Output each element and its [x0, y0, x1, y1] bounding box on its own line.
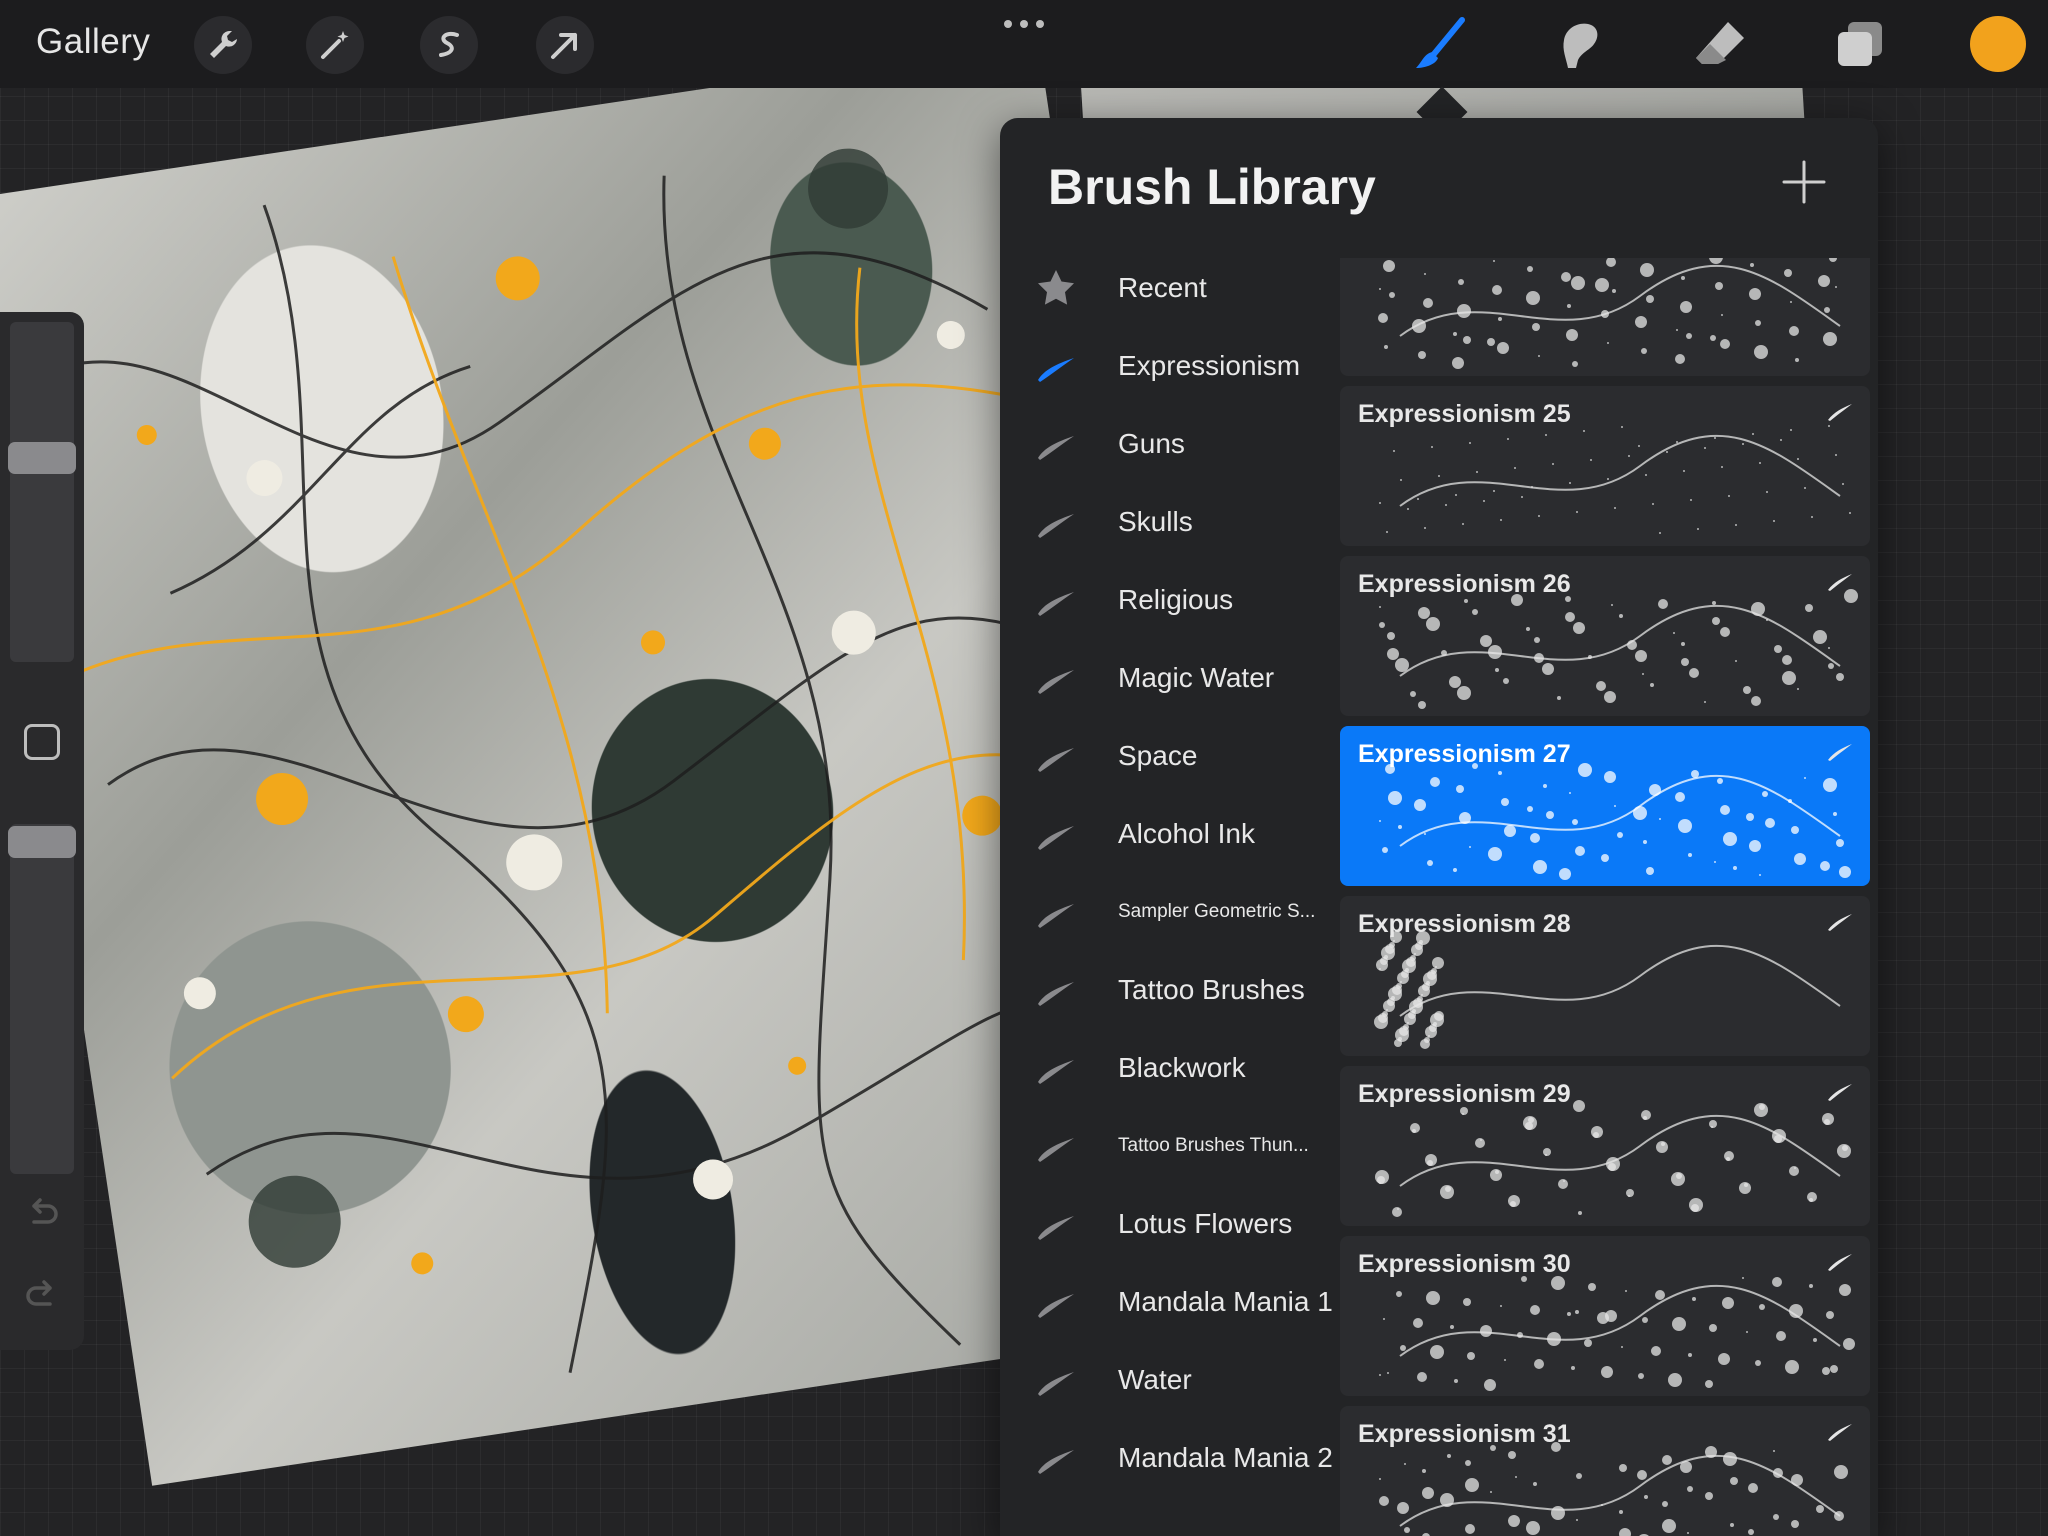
brush-icon[interactable]	[1410, 14, 1470, 74]
color-picker-swatch[interactable]	[1970, 16, 2026, 72]
brush-name: Expressionism 26	[1358, 570, 1571, 598]
brush-set-label: Skulls	[1118, 506, 1193, 537]
left-sidebar	[0, 312, 84, 1350]
brush-library-panel: Brush Library Recent Expressionism Guns Sku…	[1000, 118, 1878, 1536]
wrench-icon[interactable]	[194, 16, 252, 74]
brush-set-label: Water	[1118, 1364, 1192, 1395]
brush-stroke-icon	[1034, 812, 1078, 856]
brush-name: Expressionism 31	[1358, 1420, 1571, 1448]
brush-set-label: Sampler Geometric S...	[1118, 901, 1316, 922]
plus-icon[interactable]	[1780, 158, 1828, 206]
brush-type-icon	[1826, 1082, 1854, 1102]
brush-set-label: Recent	[1118, 272, 1207, 303]
brush-set-label: Tattoo Brushes	[1118, 974, 1305, 1005]
eraser-icon[interactable]	[1690, 14, 1750, 74]
brush-set-label: Expressionism	[1118, 350, 1301, 381]
brush-item[interactable]: Expressionism 24	[1340, 258, 1870, 376]
brush-type-icon	[1826, 1422, 1854, 1442]
brush-item[interactable]: Expressionism 29	[1340, 1066, 1870, 1226]
brush-stroke-icon	[1034, 1280, 1078, 1324]
brush-stroke-icon	[1034, 1046, 1078, 1090]
brush-set-label: Tattoo Brushes Thun...	[1118, 1135, 1309, 1156]
brush-item[interactable]: Expressionism 27	[1340, 726, 1870, 886]
redo-icon[interactable]	[22, 1274, 62, 1319]
brush-stroke-icon	[1034, 968, 1078, 1012]
star-icon	[1034, 266, 1078, 310]
brush-set-label: Mandala Mania 1	[1118, 1286, 1333, 1317]
brush-stroke-icon	[1034, 1202, 1078, 1246]
brush-set-label: Lotus Flowers	[1118, 1208, 1293, 1239]
brush-set-item[interactable]: Recent	[1000, 258, 1340, 318]
brush-set-label: Guns	[1118, 428, 1185, 459]
brush-stroke-icon	[1034, 734, 1078, 778]
brush-stroke-icon	[1034, 578, 1078, 622]
brush-stroke-icon	[1034, 1436, 1078, 1480]
brush-item[interactable]: Expressionism 31	[1340, 1406, 1870, 1536]
brush-set-item[interactable]: Religious	[1000, 570, 1340, 630]
brush-name: Expressionism 30	[1358, 1250, 1571, 1278]
brush-type-icon	[1826, 1252, 1854, 1272]
brush-stroke-icon	[1034, 422, 1078, 466]
brush-size-slider[interactable]	[10, 322, 74, 662]
brush-stroke-icon	[1034, 1124, 1078, 1168]
brush-set-item[interactable]: Tattoo Brushes Thun...	[1000, 1116, 1340, 1176]
brush-set-item[interactable]: Skulls	[1000, 492, 1340, 552]
brush-stroke-icon	[1034, 656, 1078, 700]
brush-set-label: Space	[1118, 740, 1198, 771]
brush-item[interactable]: Expressionism 28	[1340, 896, 1870, 1056]
brush-stroke-icon	[1034, 344, 1078, 388]
brush-item[interactable]: Expressionism 25	[1340, 386, 1870, 546]
selection-icon[interactable]	[420, 16, 478, 74]
brush-set-item[interactable]: Water	[1000, 1350, 1340, 1410]
brush-size-knob[interactable]	[8, 442, 76, 474]
opacity-slider[interactable]	[10, 824, 74, 1174]
brush-set-item[interactable]: Blackwork	[1000, 1038, 1340, 1098]
brush-set-label: Religious	[1118, 584, 1234, 615]
brush-item[interactable]: Expressionism 30	[1340, 1236, 1870, 1396]
brush-set-item[interactable]: Guns	[1000, 414, 1340, 474]
layers-icon[interactable]	[1830, 14, 1890, 74]
brush-set-label: Magic Water	[1118, 662, 1275, 693]
brush-type-icon	[1826, 912, 1854, 932]
brush-set-item[interactable]: Lotus Flowers	[1000, 1194, 1340, 1254]
brush-set-item[interactable]: Magic Water	[1000, 648, 1340, 708]
brush-type-icon	[1826, 402, 1854, 422]
brush-stroke-icon	[1034, 1358, 1078, 1402]
undo-icon[interactable]	[22, 1192, 62, 1237]
brush-list: Expressionism 24 Expressionism 25 Expressi…	[1340, 258, 1872, 1536]
more-options-icon[interactable]	[1000, 14, 1048, 39]
brush-name: Expressionism 25	[1358, 400, 1571, 428]
brush-set-item[interactable]: Tattoo Brushes	[1000, 960, 1340, 1020]
top-toolbar: Gallery	[0, 0, 2048, 88]
gallery-button[interactable]: Gallery	[36, 22, 150, 62]
smudge-icon[interactable]	[1548, 14, 1608, 74]
brush-type-icon	[1826, 742, 1854, 762]
brush-set-label: Alcohol Ink	[1118, 818, 1255, 849]
brush-name: Expressionism 28	[1358, 910, 1571, 938]
brush-stroke-icon	[1034, 890, 1078, 934]
brush-set-label: Blackwork	[1118, 1052, 1246, 1083]
brush-set-item[interactable]: Mandala Mania 2	[1000, 1428, 1340, 1488]
brush-set-label: Mandala Mania 2	[1118, 1442, 1333, 1473]
brush-stroke-icon	[1034, 500, 1078, 544]
panel-title: Brush Library	[1048, 159, 1376, 215]
brush-set-item[interactable]: Expressionism	[1000, 336, 1340, 396]
brush-set-item[interactable]: Mandala Mania 1	[1000, 1272, 1340, 1332]
brush-stroke-preview	[1340, 258, 1870, 376]
brush-name: Expressionism 27	[1358, 740, 1571, 768]
transform-arrow-icon[interactable]	[536, 16, 594, 74]
modify-button[interactable]	[24, 724, 60, 760]
brush-item[interactable]: Expressionism 26	[1340, 556, 1870, 716]
brush-set-item[interactable]: Space	[1000, 726, 1340, 786]
brush-set-item[interactable]: Sampler Geometric S...	[1000, 882, 1340, 942]
opacity-knob[interactable]	[8, 826, 76, 858]
brush-name: Expressionism 29	[1358, 1080, 1571, 1108]
brush-type-icon	[1826, 572, 1854, 592]
brush-set-item[interactable]: Alcohol Ink	[1000, 804, 1340, 864]
magic-wand-icon[interactable]	[306, 16, 364, 74]
brush-name: Expressionism 24	[1358, 258, 1571, 259]
